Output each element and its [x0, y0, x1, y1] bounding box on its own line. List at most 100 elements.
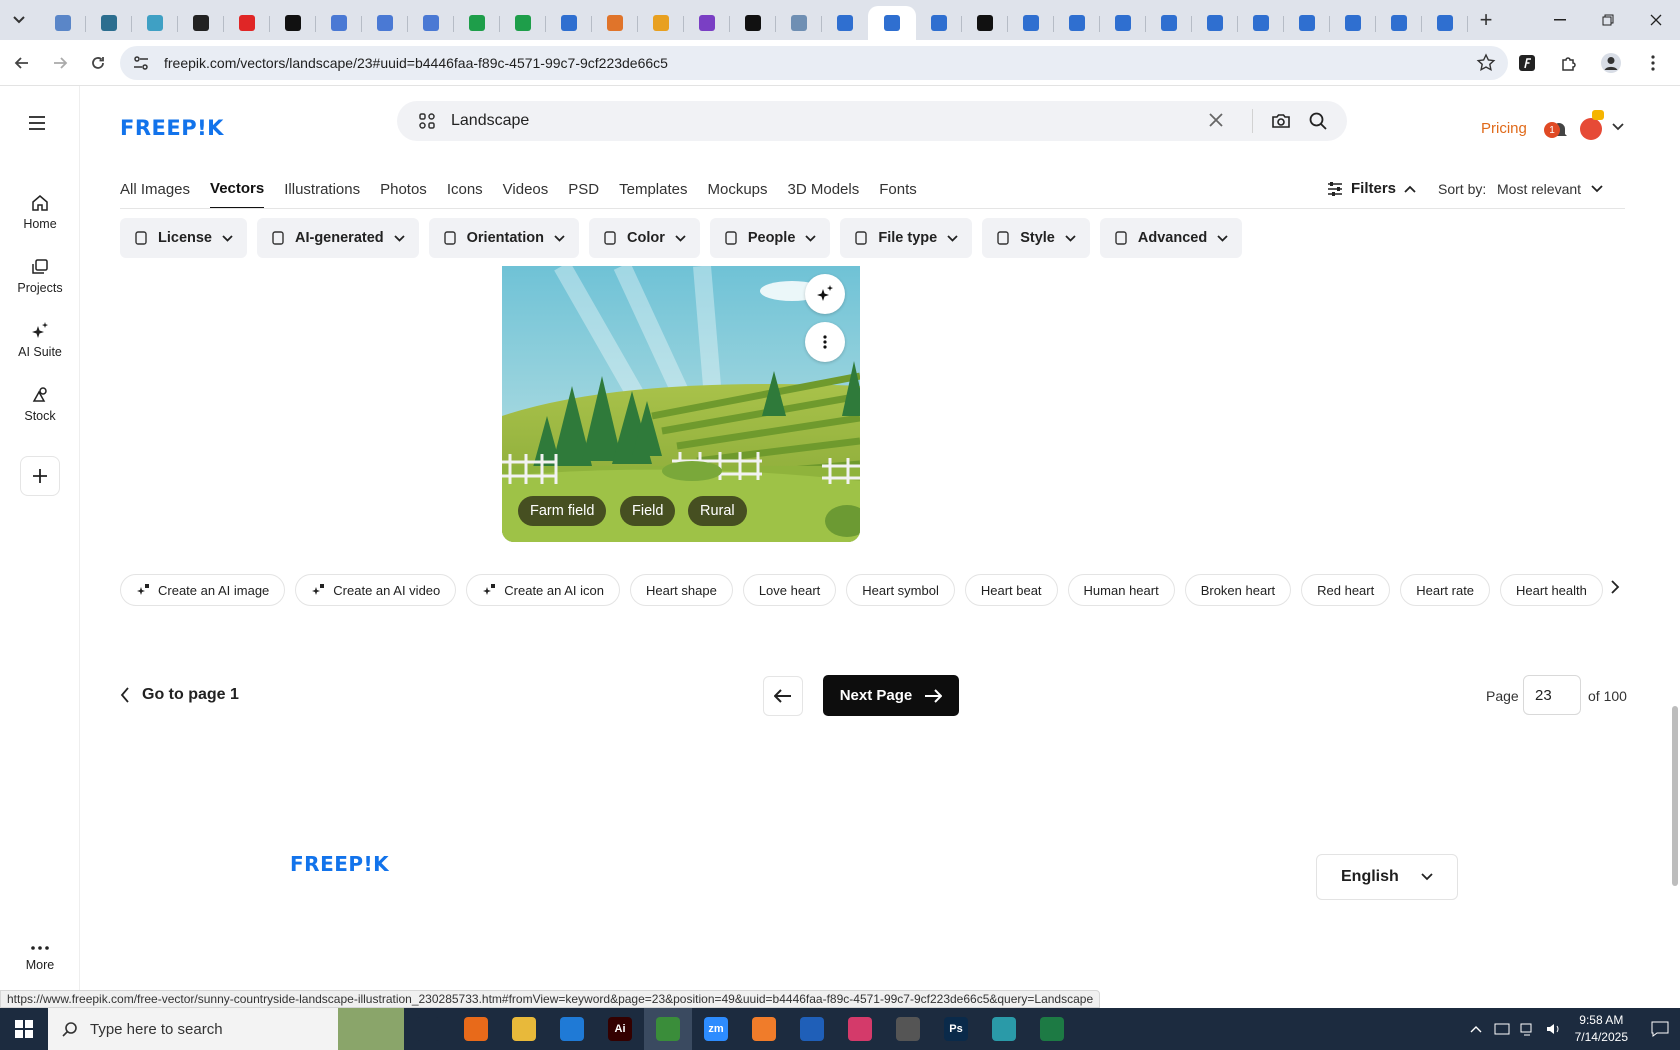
browser-tab[interactable]	[224, 6, 270, 40]
related-search-chip[interactable]: Heart rate	[1400, 574, 1491, 606]
next-page-button[interactable]: Next Page	[823, 675, 959, 716]
sidebar-item-home[interactable]: Home	[0, 194, 80, 231]
tab-icons[interactable]: Icons	[447, 180, 483, 209]
tab-all-images[interactable]: All Images	[120, 180, 190, 209]
notifications-button[interactable]: 1	[1544, 119, 1567, 141]
ai-tools-button[interactable]	[805, 274, 845, 314]
sidebar-item-more[interactable]: More	[0, 946, 80, 972]
taskbar-pen-tool-button[interactable]	[884, 1008, 932, 1050]
search-button[interactable]	[1308, 111, 1328, 131]
meet-now-icon[interactable]	[1489, 1023, 1515, 1035]
taskbar-chrome-button[interactable]	[644, 1008, 692, 1050]
browser-tab[interactable]	[408, 6, 454, 40]
image-tag-farm-field[interactable]: Farm field	[518, 496, 607, 526]
tab-templates[interactable]: Templates	[619, 180, 687, 209]
start-button[interactable]	[0, 1008, 48, 1050]
related-search-chip[interactable]: Love heart	[742, 574, 837, 606]
browser-tab[interactable]	[962, 6, 1008, 40]
filter-license[interactable]: License	[120, 218, 247, 258]
add-tool-button[interactable]	[20, 456, 60, 496]
browser-menu-button[interactable]	[1636, 47, 1670, 79]
tab-psd[interactable]: PSD	[568, 180, 599, 209]
browser-tab[interactable]	[178, 6, 224, 40]
browser-tab[interactable]	[1100, 6, 1146, 40]
filter-ai-generated[interactable]: AI-generated	[257, 218, 419, 258]
browser-tab[interactable]	[546, 6, 592, 40]
taskbar-creative-cloud-button[interactable]	[836, 1008, 884, 1050]
address-bar[interactable]: freepik.com/vectors/landscape/23#uuid=b4…	[120, 46, 1508, 80]
browser-tab[interactable]	[1192, 6, 1238, 40]
clear-search-button[interactable]	[1207, 111, 1225, 129]
reload-button[interactable]	[82, 47, 114, 79]
related-search-chip[interactable]: Heart health	[1500, 574, 1603, 606]
tab-fonts[interactable]: Fonts	[879, 180, 917, 209]
minimize-button[interactable]	[1536, 0, 1584, 40]
taskbar-excel-button[interactable]	[1028, 1008, 1076, 1050]
related-search-chip[interactable]: Heart beat	[964, 574, 1058, 606]
close-window-button[interactable]	[1632, 0, 1680, 40]
tab-videos[interactable]: Videos	[503, 180, 549, 209]
related-search-chip[interactable]: Broken heart	[1184, 574, 1292, 606]
chevron-down-icon[interactable]	[1612, 123, 1624, 131]
browser-tab[interactable]	[684, 6, 730, 40]
site-info-icon[interactable]	[130, 52, 152, 74]
browser-tab[interactable]	[1284, 6, 1330, 40]
browser-tab[interactable]	[1422, 6, 1468, 40]
page-scrollbar-thumb[interactable]	[1672, 706, 1678, 886]
taskbar-photoshop-button[interactable]: Ps	[932, 1008, 980, 1050]
restore-button[interactable]	[1584, 0, 1632, 40]
filter-advanced[interactable]: Advanced	[1099, 218, 1243, 258]
taskbar-task-view-button[interactable]	[404, 1008, 452, 1050]
hamburger-menu-button[interactable]	[28, 116, 46, 130]
browser-tab[interactable]	[592, 6, 638, 40]
browser-tab-active[interactable]	[868, 6, 916, 40]
volume-icon[interactable]	[1541, 1022, 1567, 1036]
image-more-button[interactable]	[805, 322, 845, 362]
browser-tab[interactable]	[776, 6, 822, 40]
taskbar-firefox-button[interactable]	[452, 1008, 500, 1050]
browser-tab[interactable]	[316, 6, 362, 40]
profile-button[interactable]	[1594, 47, 1628, 79]
filters-toggle-button[interactable]: Filters	[1327, 180, 1416, 197]
browser-tab[interactable]	[132, 6, 178, 40]
browser-tab[interactable]	[362, 6, 408, 40]
filter-style[interactable]: Style	[982, 218, 1090, 258]
tab-photos[interactable]: Photos	[380, 180, 427, 209]
footer-logo[interactable]: FREEP!K	[290, 852, 389, 876]
search-input[interactable]	[451, 112, 1211, 130]
image-tag-rural[interactable]: Rural	[688, 496, 747, 526]
taskbar-vscode-button[interactable]	[548, 1008, 596, 1050]
tray-overflow-icon[interactable]	[1463, 1025, 1489, 1033]
back-button[interactable]	[6, 47, 38, 79]
related-ai-chip[interactable]: Create an AI image	[120, 574, 286, 606]
tab-illustrations[interactable]: Illustrations	[284, 180, 360, 209]
previous-page-button[interactable]	[763, 676, 803, 716]
taskbar-xampp-button[interactable]	[740, 1008, 788, 1050]
search-by-image-button[interactable]	[1271, 111, 1291, 131]
browser-tab[interactable]	[1008, 6, 1054, 40]
taskbar-outlook-button[interactable]	[788, 1008, 836, 1050]
asset-type-grid-icon[interactable]	[419, 113, 435, 129]
taskbar-zoom-button[interactable]: zm	[692, 1008, 740, 1050]
browser-tab[interactable]	[638, 6, 684, 40]
forward-button[interactable]	[44, 47, 76, 79]
browser-tab[interactable]	[454, 6, 500, 40]
filter-color[interactable]: Color	[588, 218, 700, 258]
related-search-chip[interactable]: Human heart	[1067, 574, 1175, 606]
page-number-input[interactable]	[1523, 675, 1581, 715]
network-icon[interactable]	[1515, 1022, 1541, 1036]
extensions-button[interactable]	[1552, 47, 1586, 79]
browser-tab[interactable]	[1330, 6, 1376, 40]
filter-file-type[interactable]: File type	[840, 218, 973, 258]
freepik-logo[interactable]: FREEP!K	[120, 116, 224, 140]
tab-vectors[interactable]: Vectors	[210, 180, 265, 209]
user-avatar[interactable]	[1580, 118, 1602, 140]
filter-orientation[interactable]: Orientation	[428, 218, 579, 258]
taskbar-illustrator-button[interactable]: Ai	[596, 1008, 644, 1050]
fonts-extension-button[interactable]	[1510, 47, 1544, 79]
go-to-first-page-button[interactable]: Go to page 1	[120, 686, 239, 704]
pricing-link[interactable]: Pricing	[1481, 120, 1527, 137]
related-search-chip[interactable]: Red heart	[1301, 574, 1391, 606]
taskbar-file-explorer-button[interactable]	[500, 1008, 548, 1050]
system-clock[interactable]: 9:58 AM 7/14/2025	[1575, 1012, 1628, 1046]
